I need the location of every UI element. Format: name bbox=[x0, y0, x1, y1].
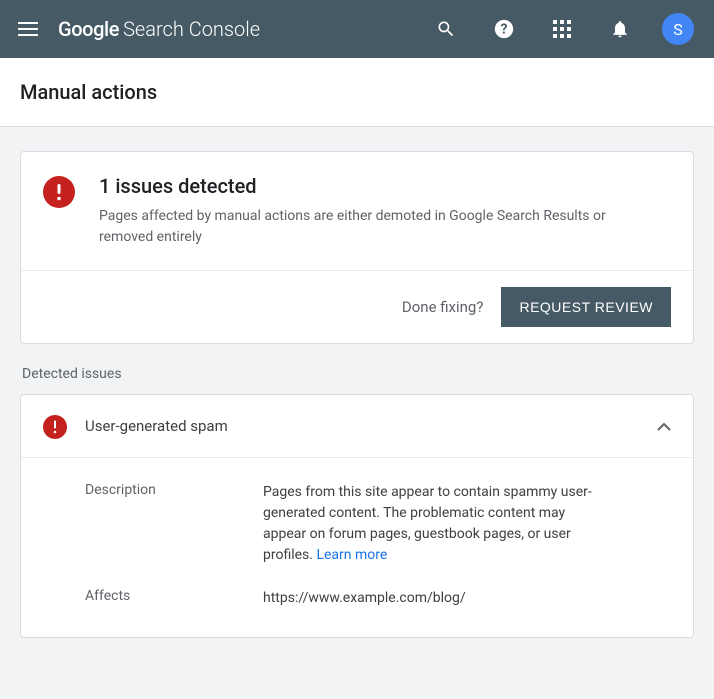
search-icon[interactable] bbox=[426, 9, 466, 49]
affects-label: Affects bbox=[85, 588, 263, 609]
description-text: Pages from this site appear to contain s… bbox=[263, 484, 592, 563]
page-title: Manual actions bbox=[0, 58, 714, 127]
account-avatar[interactable]: S bbox=[658, 9, 698, 49]
description-value: Pages from this site appear to contain s… bbox=[263, 482, 603, 566]
product-logo[interactable]: Google Search Console bbox=[58, 17, 260, 41]
alert-icon bbox=[43, 415, 67, 439]
chevron-up-icon[interactable] bbox=[657, 422, 671, 431]
done-fixing-label: Done fixing? bbox=[402, 298, 484, 316]
summary-title: 1 issues detected bbox=[99, 174, 639, 198]
issue-card: User-generated spam Description Pages fr… bbox=[20, 394, 694, 638]
issue-header-row[interactable]: User-generated spam bbox=[21, 395, 693, 458]
summary-description: Pages affected by manual actions are eit… bbox=[99, 206, 639, 248]
help-icon[interactable]: ? bbox=[484, 9, 524, 49]
summary-top: 1 issues detected Pages affected by manu… bbox=[21, 152, 693, 271]
apps-grid-icon[interactable] bbox=[542, 9, 582, 49]
notifications-icon[interactable] bbox=[600, 9, 640, 49]
description-label: Description bbox=[85, 482, 263, 566]
request-review-button[interactable]: REQUEST REVIEW bbox=[501, 287, 671, 327]
logo-product-text: Search Console bbox=[123, 17, 260, 41]
logo-google-text: Google bbox=[58, 17, 119, 41]
issue-title: User-generated spam bbox=[85, 417, 228, 435]
main-content: 1 issues detected Pages affected by manu… bbox=[0, 127, 714, 662]
avatar-initial: S bbox=[662, 13, 694, 45]
issue-body: Description Pages from this site appear … bbox=[21, 458, 693, 637]
svg-text:?: ? bbox=[501, 22, 508, 38]
affects-value: https://www.example.com/blog/ bbox=[263, 588, 466, 609]
issue-affects-row: Affects https://www.example.com/blog/ bbox=[85, 588, 671, 609]
issue-description-row: Description Pages from this site appear … bbox=[85, 482, 671, 566]
detected-issues-label: Detected issues bbox=[22, 366, 694, 382]
app-header: Google Search Console ? S bbox=[0, 0, 714, 58]
learn-more-link[interactable]: Learn more bbox=[316, 547, 387, 563]
summary-card: 1 issues detected Pages affected by manu… bbox=[20, 151, 694, 344]
hamburger-menu-icon[interactable] bbox=[16, 17, 40, 41]
alert-icon bbox=[43, 176, 75, 208]
summary-actions: Done fixing? REQUEST REVIEW bbox=[21, 271, 693, 343]
